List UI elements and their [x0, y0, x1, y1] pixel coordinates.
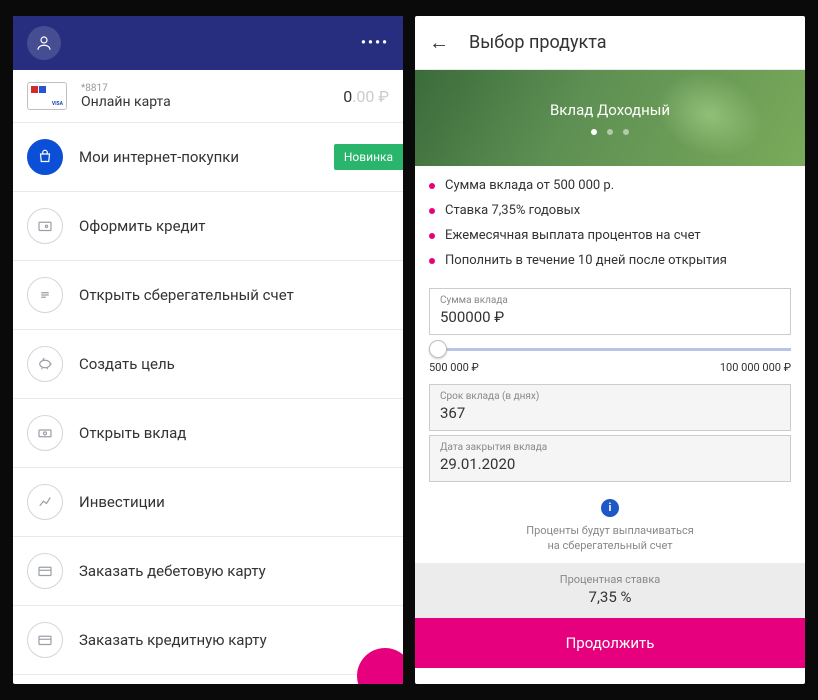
back-icon[interactable]: ←	[429, 30, 449, 55]
slider-max: 100 000 000 ₽	[720, 361, 791, 374]
menu-order-debit[interactable]: Заказать дебетовую карту	[13, 537, 403, 606]
rate-label: Процентная ставка	[415, 573, 805, 586]
basket-icon	[27, 139, 63, 175]
menu-label: Оформить кредит	[79, 217, 205, 235]
profile-avatar[interactable]	[27, 26, 61, 60]
slider-scale: 500 000 ₽ 100 000 000 ₽	[429, 361, 791, 374]
header-bar: ••••	[13, 16, 403, 70]
card-summary[interactable]: VISA *8817 Онлайн карта 0.00 ₽	[13, 70, 403, 123]
card-name: Онлайн карта	[81, 94, 343, 110]
term-field[interactable]: Срок вклада (в днях) 367	[429, 384, 791, 431]
menu-label: Заказать кредитную карту	[79, 631, 267, 649]
amount-label: Сумма вклада	[440, 295, 780, 306]
feature-list: Сумма вклада от 500 000 р. Ставка 7,35% …	[415, 166, 805, 284]
amount-field[interactable]: Сумма вклада 500000 ₽	[429, 288, 791, 335]
info-text: Проценты будут выплачиваться на сберегат…	[429, 523, 791, 554]
home-screen: •••• VISA *8817 Онлайн карта 0.00 ₽	[13, 16, 403, 684]
card-thumbnail-icon: VISA	[27, 82, 67, 110]
carousel-pager[interactable]	[591, 129, 629, 135]
menu-label: Открыть вклад	[79, 424, 186, 442]
menu-order-credit[interactable]: Заказать кредитную карту	[13, 606, 403, 675]
menu-internet-purchases[interactable]: Мои интернет-покупки Новинка	[13, 123, 403, 192]
card-info: *8817 Онлайн карта	[81, 83, 343, 110]
rate-value: 7,35 %	[415, 588, 805, 606]
card-icon	[27, 553, 63, 589]
term-value: 367	[440, 404, 780, 422]
promo-title: Вклад Доходный	[550, 101, 670, 119]
menu-label: Мои интернет-покупки	[79, 148, 239, 166]
feature-item: Ежемесячная выплата процентов на счет	[429, 228, 791, 243]
card-icon	[27, 622, 63, 658]
chart-icon	[27, 484, 63, 520]
amount-slider[interactable]	[429, 339, 791, 359]
menu-create-goal[interactable]: Создать цель	[13, 330, 403, 399]
rate-block: Процентная ставка 7,35 %	[415, 563, 805, 618]
user-icon	[35, 34, 53, 52]
menu-label: Открыть сберегательный счет	[79, 286, 294, 304]
more-menu-icon[interactable]: ••••	[361, 35, 389, 51]
slider-thumb[interactable]	[429, 340, 447, 358]
product-screen: ← Выбор продукта Вклад Доходный Сумма вк…	[415, 16, 805, 684]
close-date-value: 29.01.2020	[440, 455, 780, 473]
card-balance: 0.00 ₽	[343, 87, 389, 106]
lines-icon	[27, 277, 63, 313]
new-badge: Новинка	[334, 144, 403, 170]
wallet-icon	[27, 208, 63, 244]
header-bar: ← Выбор продукта	[415, 16, 805, 70]
menu-label: Заказать дебетовую карту	[79, 562, 266, 580]
menu-label: Инвестиции	[79, 493, 165, 511]
piggy-icon	[27, 346, 63, 382]
close-date-field[interactable]: Дата закрытия вклада 29.01.2020	[429, 435, 791, 482]
term-label: Срок вклада (в днях)	[440, 391, 780, 402]
menu-investments[interactable]: Инвестиции	[13, 468, 403, 537]
info-block: i Проценты будут выплачиваться на сберег…	[415, 486, 805, 563]
feature-item: Пополнить в течение 10 дней после открыт…	[429, 253, 791, 268]
info-icon[interactable]: i	[601, 499, 619, 517]
promo-banner[interactable]: Вклад Доходный	[415, 70, 805, 166]
menu-open-deposit[interactable]: Открыть вклад	[13, 399, 403, 468]
page-title: Выбор продукта	[469, 32, 607, 53]
feature-item: Ставка 7,35% годовых	[429, 203, 791, 218]
close-date-label: Дата закрытия вклада	[440, 442, 780, 453]
pager-dot[interactable]	[623, 129, 629, 135]
money-icon	[27, 415, 63, 451]
continue-button[interactable]: Продолжить	[415, 618, 805, 668]
pager-dot[interactable]	[591, 129, 597, 135]
amount-value: 500000 ₽	[440, 308, 780, 326]
menu-credit[interactable]: Оформить кредит	[13, 192, 403, 261]
pager-dot[interactable]	[607, 129, 613, 135]
slider-min: 500 000 ₽	[429, 361, 479, 374]
menu-savings-account[interactable]: Открыть сберегательный счет	[13, 261, 403, 330]
menu-label: Создать цель	[79, 355, 175, 373]
feature-item: Сумма вклада от 500 000 р.	[429, 178, 791, 193]
card-last4: *8817	[81, 83, 343, 94]
